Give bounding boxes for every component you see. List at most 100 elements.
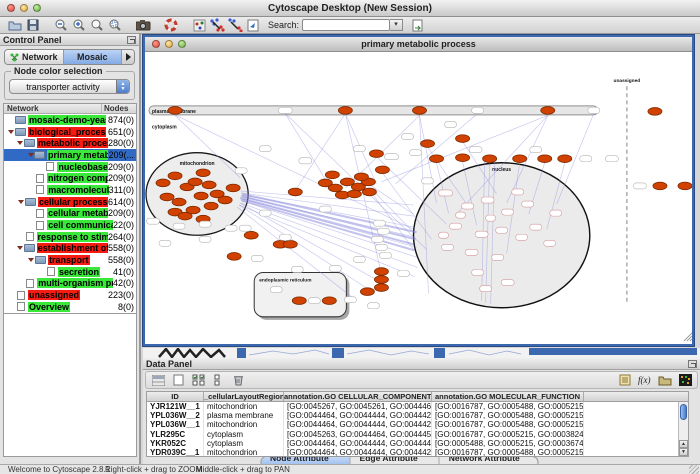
graph-node[interactable] — [168, 172, 182, 180]
table-cell[interactable]: YPL036W__2 — [147, 411, 204, 420]
graph-node[interactable] — [456, 154, 470, 162]
graph-node[interactable] — [244, 231, 258, 239]
network-frame-titlebar[interactable]: primary metabolic process — [145, 37, 692, 52]
table-cell[interactable]: [GO:0005488, GO:0005215, GO:0003674] — [432, 439, 584, 448]
graph-node[interactable] — [374, 284, 388, 292]
graph-node[interactable] — [558, 155, 572, 163]
tree-row-cellular-metabo[interactable]: cellular metabo209(0) — [4, 208, 136, 220]
table-cell[interactable]: [GO:0016787, GO:0005215, GO:0003824, G..… — [432, 430, 584, 439]
graph-node[interactable] — [227, 253, 241, 261]
table-cell[interactable]: YKR052C — [147, 439, 204, 448]
graph-node[interactable] — [325, 171, 339, 179]
graph-node[interactable] — [168, 107, 182, 115]
column-layout-button[interactable] — [150, 373, 166, 388]
graph-node[interactable] — [369, 150, 383, 158]
tree-row-cellular-process[interactable]: cellular process614(0) — [4, 196, 136, 208]
graph-node[interactable] — [292, 297, 306, 305]
data-panel-float-icon[interactable] — [688, 360, 697, 368]
node-color-dropdown[interactable]: transporter activity ▲▼ — [9, 79, 130, 94]
graph-node[interactable] — [156, 179, 170, 187]
zoom-out-button[interactable] — [52, 18, 70, 33]
graph-node[interactable] — [374, 268, 388, 276]
plugin-button[interactable] — [190, 18, 208, 33]
graph-node[interactable] — [218, 196, 232, 204]
column-header-0[interactable]: ID — [147, 392, 204, 401]
tree-expander-icon[interactable] — [7, 130, 15, 134]
tree-row-establishment-of-lo[interactable]: establishment of lo558(0) — [4, 243, 136, 255]
graph-node[interactable] — [374, 276, 388, 284]
tree-row-biological-process[interactable]: biological_process651(0) — [4, 126, 136, 138]
delete-attribute-button[interactable] — [230, 373, 246, 388]
graph-node[interactable] — [226, 184, 240, 192]
column-header-1[interactable]: _cellularLayoutRegion — [204, 392, 284, 401]
column-header-2[interactable]: annotation.GO CELLULAR_COMPONENT — [284, 392, 432, 401]
table-cell[interactable]: YPL036W__1 — [147, 420, 204, 429]
table-cell[interactable]: cytoplasm — [204, 430, 284, 439]
search-input[interactable] — [302, 19, 390, 31]
table-cell[interactable]: [GO:0045263, GO:0044464, GO:0044455, G..… — [284, 430, 432, 439]
annotation-button[interactable] — [244, 18, 262, 33]
graph-node[interactable] — [483, 155, 497, 163]
graph-node[interactable] — [653, 182, 667, 190]
table-cell[interactable]: YJR121W__1 — [147, 402, 204, 411]
function-builder-button[interactable]: f(x) — [637, 373, 653, 388]
table-row-YKR052C[interactable]: YKR052Ccytoplasm[GO:0044464, GO:0044444,… — [147, 439, 688, 448]
tree-row-transport[interactable]: transport558(0) — [4, 254, 136, 266]
graph-node[interactable] — [204, 202, 218, 210]
table-row-YPL036W__1[interactable]: YPL036W__1mitochondrion[GO:0044464, GO:0… — [147, 420, 688, 429]
help-button[interactable] — [162, 18, 180, 33]
zoom-in-button[interactable] — [70, 18, 88, 33]
float-panel-icon[interactable] — [127, 36, 136, 44]
tree-row-nucleobase-[interactable]: nucleobase-209(0) — [4, 161, 136, 173]
table-scrollbar[interactable]: ▲ ▼ — [678, 402, 688, 456]
graph-node[interactable] — [322, 297, 336, 305]
tree-row-unassigned[interactable]: unassigned223(0) — [4, 289, 136, 301]
graph-node[interactable] — [412, 107, 426, 115]
tree-row-primary-metabo[interactable]: primary metabo209(... — [4, 149, 136, 161]
tree-row-mosaic-demo-yeast[interactable]: mosaic-demo-yeast874(0) — [4, 114, 136, 126]
table-cell[interactable]: mitochondrion — [204, 402, 284, 411]
table-cell[interactable]: [GO:0016787, GO:0005488, GO:0005215, G..… — [432, 420, 584, 429]
copy-node-attributes-button[interactable] — [208, 18, 226, 33]
graph-node[interactable] — [196, 169, 210, 177]
tab-mosaic[interactable]: Mosaic — [64, 50, 123, 64]
table-row-YLR295C[interactable]: YLR295Ccytoplasm[GO:0045263, GO:0044464,… — [147, 430, 688, 439]
table-cell[interactable]: [GO:0016787, GO:0005488, GO:0005215, G..… — [432, 402, 584, 411]
copy-edge-attributes-button[interactable] — [226, 18, 244, 33]
save-button[interactable] — [24, 18, 42, 33]
tabs-overflow-button[interactable] — [122, 50, 134, 64]
graph-node[interactable] — [541, 107, 555, 115]
tree-row-response-to-stimulu[interactable]: response to stimulu264(0) — [4, 231, 136, 243]
table-cell[interactable]: plasma membrane — [204, 411, 284, 420]
resize-grip[interactable] — [689, 465, 699, 474]
graph-node[interactable] — [354, 173, 368, 181]
unselect-attributes-button[interactable] — [210, 373, 226, 388]
zoom-selected-button[interactable] — [106, 18, 124, 33]
tab-network[interactable]: Network — [5, 50, 64, 64]
graph-node[interactable] — [648, 108, 662, 116]
search-options-button[interactable] — [409, 18, 427, 33]
graph-node[interactable] — [172, 198, 186, 206]
table-cell[interactable]: [GO:0044464, GO:0044444, GO:0044444, G..… — [284, 439, 432, 448]
table-row-YJR121W__1[interactable]: YJR121W__1mitochondrion[GO:0045267, GO:0… — [147, 402, 688, 411]
graph-node[interactable] — [288, 188, 302, 196]
tree-expander-icon[interactable] — [27, 153, 34, 157]
graph-node[interactable] — [338, 107, 352, 115]
import-attributes-button[interactable] — [657, 373, 673, 388]
tree-row-secretion[interactable]: secretion41(0) — [4, 266, 136, 278]
scrollbar-thumb[interactable] — [680, 404, 687, 420]
tree-row-metabolic-process[interactable]: metabolic process280(0) — [4, 137, 136, 149]
tree-row-multi-organism-pro[interactable]: multi-organism pro42(0) — [4, 278, 136, 290]
tree-row-macromolecule[interactable]: macromolecule311(0) — [4, 184, 136, 196]
column-header-3[interactable]: annotation.GO MOLECULAR_FUNCTION — [432, 392, 584, 401]
graph-node[interactable] — [538, 155, 552, 163]
graph-node[interactable] — [160, 193, 174, 201]
tree-row-cell-communicat[interactable]: cell communicat22(0) — [4, 219, 136, 231]
tree-expander-icon[interactable] — [17, 141, 24, 145]
table-cell[interactable]: [GO:0044464, GO:0044444, GO:0044425, G..… — [284, 411, 432, 420]
snapshot-button[interactable] — [134, 18, 152, 33]
table-cell[interactable]: [GO:0044464, GO:0044444, GO:0044425, G..… — [284, 420, 432, 429]
graph-node[interactable] — [362, 188, 376, 196]
table-cell[interactable]: [GO:0016787, GO:0005488, GO:0005215, G..… — [432, 411, 584, 420]
graph-node[interactable] — [194, 192, 208, 200]
